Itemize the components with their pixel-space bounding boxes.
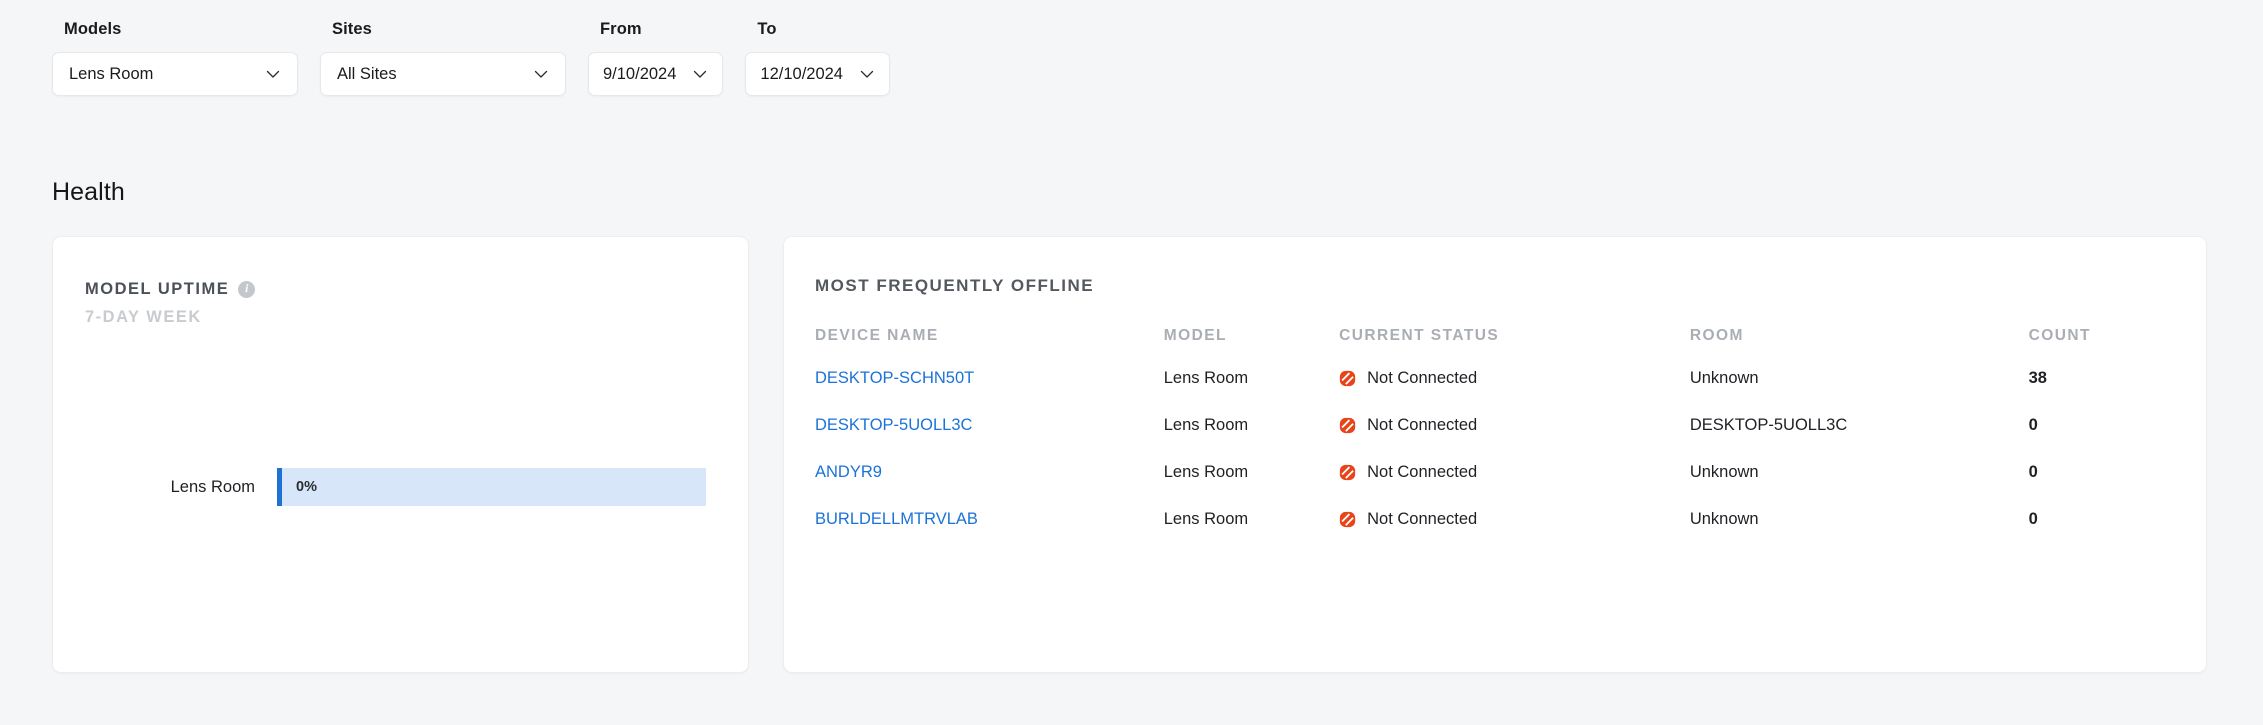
cell-model: Lens Room	[1163, 416, 1249, 434]
not-connected-icon	[1339, 417, 1356, 434]
not-connected-icon	[1339, 464, 1356, 481]
cell-model: Lens Room	[1163, 369, 1249, 387]
from-date-select[interactable]: 9/10/2024	[588, 52, 724, 96]
cell-count: 38	[2028, 369, 2047, 387]
table-row: DESKTOP-SCHN50T Lens Room Not Connected …	[815, 369, 2178, 416]
cell-room: DESKTOP-5UOLL3C	[1689, 416, 1848, 434]
status-badge: Not Connected	[1339, 416, 1690, 435]
column-header-room: ROOM	[1689, 327, 1744, 344]
bar-value-label: 0%	[296, 479, 317, 495]
cell-model: Lens Room	[1163, 510, 1249, 528]
from-date-value: 9/10/2024	[603, 64, 677, 83]
uptime-bar-chart: Lens Room 0%	[52, 468, 749, 506]
chevron-down-icon	[860, 70, 874, 78]
table-header-row: DEVICE NAME MODEL CURRENT STATUS ROOM CO…	[815, 327, 2178, 369]
cell-room: Unknown	[1689, 369, 1759, 387]
models-selected-value: Lens Room	[69, 64, 154, 83]
status-text: Not Connected	[1367, 463, 1478, 481]
chevron-down-icon	[266, 70, 280, 78]
filter-bar: Models Lens Room Sites All Sites From 9/…	[52, 20, 890, 96]
column-header-device-name: DEVICE NAME	[815, 327, 939, 344]
to-label: To	[757, 20, 777, 38]
status-text: Not Connected	[1367, 416, 1478, 434]
model-uptime-header: MODEL UPTIME i	[85, 280, 256, 299]
model-uptime-card: MODEL UPTIME i 7-DAY WEEK	[52, 236, 749, 673]
column-header-count: COUNT	[2028, 327, 2091, 344]
table-row: DESKTOP-5UOLL3C Lens Room Not Connected …	[815, 416, 2178, 463]
bar-category-label: Lens Room	[170, 477, 255, 496]
status-text: Not Connected	[1367, 510, 1478, 528]
device-name-link[interactable]: DESKTOP-SCHN50T	[815, 369, 974, 387]
sites-label: Sites	[332, 20, 372, 38]
to-date-value: 12/10/2024	[760, 64, 843, 83]
not-connected-icon	[1339, 511, 1356, 528]
offline-table: DEVICE NAME MODEL CURRENT STATUS ROOM CO…	[815, 327, 2178, 557]
model-uptime-title: MODEL UPTIME	[85, 280, 230, 298]
status-badge: Not Connected	[1339, 463, 1690, 482]
cell-model: Lens Room	[1163, 463, 1249, 481]
status-badge: Not Connected	[1339, 369, 1690, 388]
page-title: Health	[52, 178, 125, 206]
to-date-select[interactable]: 12/10/2024	[745, 52, 890, 96]
not-connected-icon	[1339, 370, 1356, 387]
cell-count: 0	[2028, 463, 2038, 481]
table-row: ANDYR9 Lens Room Not Connected Unknown 0	[815, 463, 2178, 510]
sites-select[interactable]: All Sites	[320, 52, 566, 96]
chevron-down-icon	[694, 70, 707, 78]
most-frequently-offline-card: MOST FREQUENTLY OFFLINE DEVICE NAME MODE…	[783, 236, 2207, 673]
bar-fill	[277, 468, 282, 506]
cell-room: Unknown	[1689, 463, 1759, 481]
device-name-link[interactable]: DESKTOP-5UOLL3C	[815, 416, 972, 434]
models-label: Models	[64, 20, 122, 38]
info-icon[interactable]: i	[238, 281, 256, 298]
cell-count: 0	[2028, 416, 2038, 434]
filter-group-to: To 12/10/2024	[745, 20, 890, 96]
bar-track: 0%	[277, 468, 706, 506]
table-row: BURLDELLMTRVLAB Lens Room Not Connected …	[815, 510, 2178, 557]
chevron-down-icon	[534, 70, 548, 78]
models-select[interactable]: Lens Room	[52, 52, 298, 96]
cell-room: Unknown	[1689, 510, 1759, 528]
cell-count: 0	[2028, 510, 2038, 528]
filter-group-sites: Sites All Sites	[320, 20, 566, 96]
filter-group-models: Models Lens Room	[52, 20, 298, 96]
from-label: From	[600, 20, 642, 38]
sites-selected-value: All Sites	[337, 64, 397, 83]
status-badge: Not Connected	[1339, 510, 1690, 529]
device-name-link[interactable]: ANDYR9	[815, 463, 882, 481]
column-header-model: MODEL	[1163, 327, 1227, 344]
model-uptime-subtitle: 7-DAY WEEK	[85, 308, 202, 326]
filter-group-from: From 9/10/2024	[588, 20, 724, 96]
column-header-current-status: CURRENT STATUS	[1339, 327, 1500, 344]
device-name-link[interactable]: BURLDELLMTRVLAB	[815, 510, 978, 528]
status-text: Not Connected	[1367, 369, 1478, 387]
offline-table-title: MOST FREQUENTLY OFFLINE	[815, 276, 1095, 295]
